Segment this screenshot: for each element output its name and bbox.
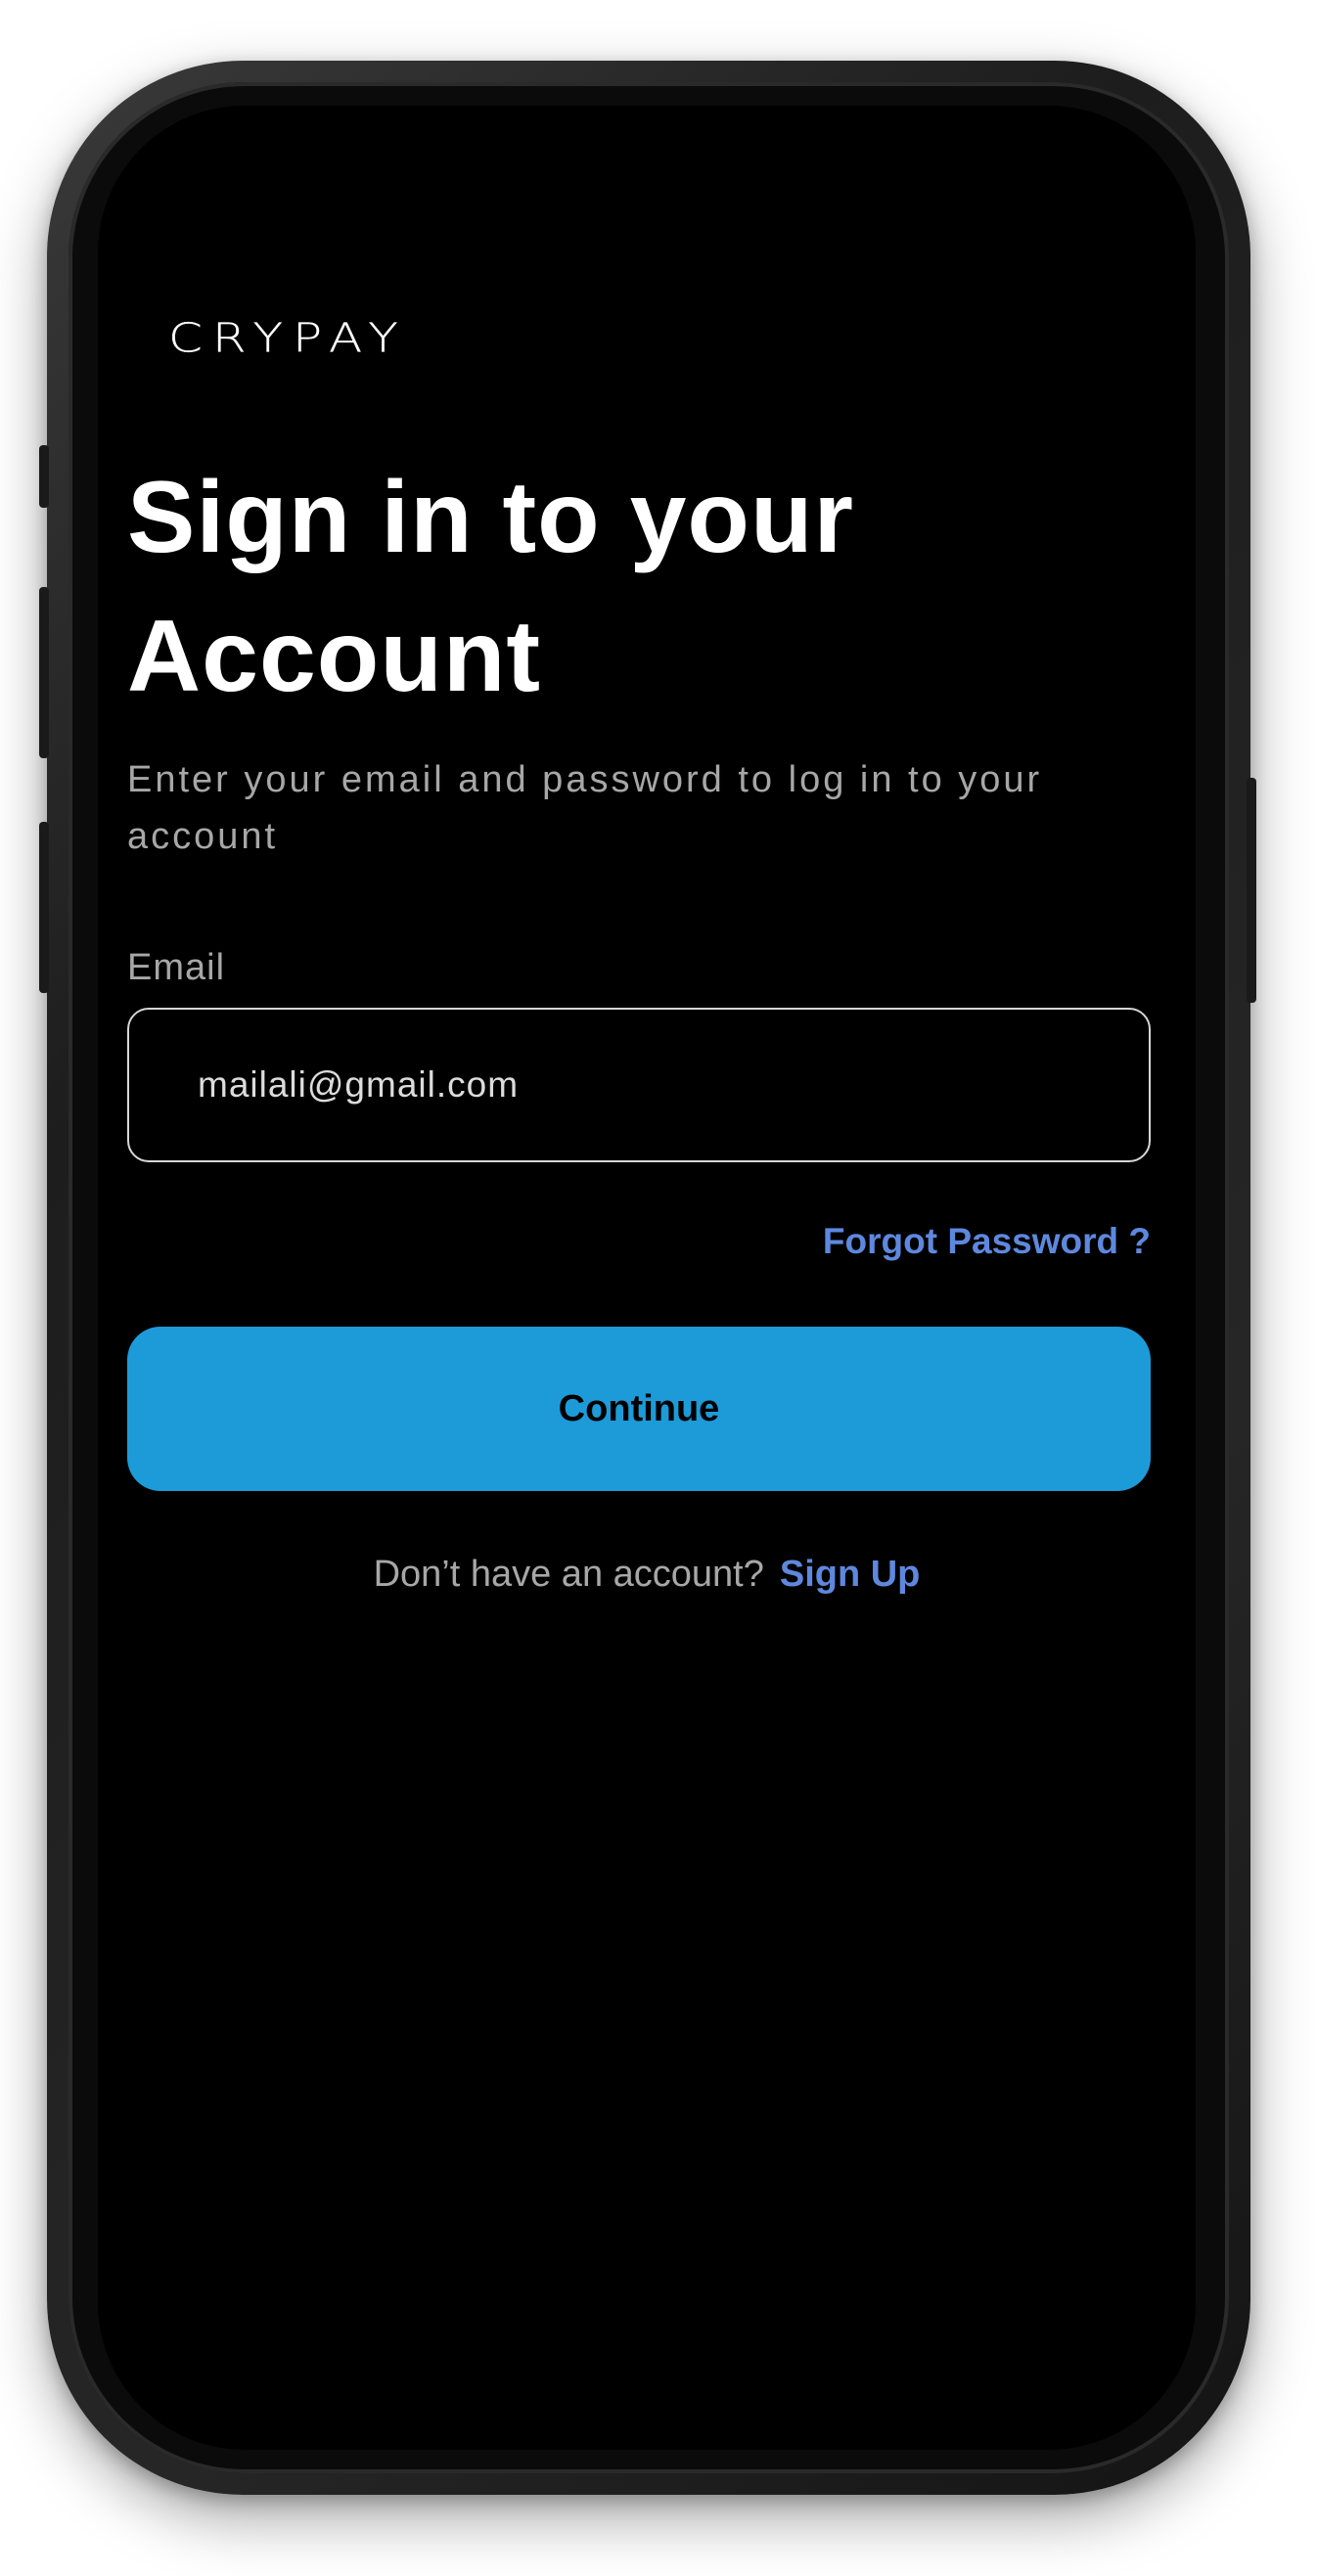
app-logo: CRYPAY xyxy=(168,315,408,362)
email-field[interactable] xyxy=(127,1008,1151,1162)
signup-prompt: Don’t have an account? xyxy=(373,1554,764,1595)
continue-button[interactable]: Continue xyxy=(127,1327,1151,1491)
mute-switch xyxy=(39,445,49,508)
power-button xyxy=(1247,778,1256,1003)
volume-down-button xyxy=(39,822,49,993)
forgot-password-link[interactable]: Forgot Password ? xyxy=(823,1221,1151,1262)
sign-in-screen: CRYPAY Sign in to your Account Enter you… xyxy=(98,106,1196,2450)
volume-up-button xyxy=(39,587,49,758)
email-label: Email xyxy=(127,947,226,988)
page-title: Sign in to your Account xyxy=(127,461,854,713)
page-subtitle: Enter your email and password to log in … xyxy=(127,759,1043,857)
signup-row: Don’t have an account? Sign Up xyxy=(98,1554,1196,1596)
sign-up-link[interactable]: Sign Up xyxy=(780,1554,921,1595)
